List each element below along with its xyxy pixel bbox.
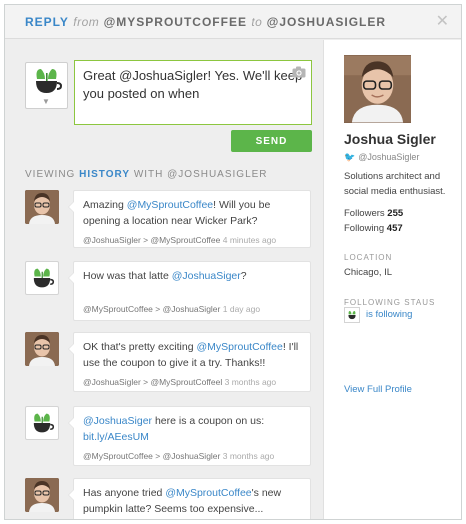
sprout-coffee-logo	[33, 413, 55, 433]
avatar	[25, 478, 59, 512]
to-handle: @JOSHUASIGLER	[266, 15, 387, 29]
message-text: Has anyone tried @MySproutCoffee's new p…	[83, 485, 301, 517]
profile-name: Joshua Sigler	[344, 131, 436, 147]
message-pre: How was that latte	[83, 270, 172, 282]
message-text: Amazing @MySproutCoffee! Will you be ope…	[83, 197, 301, 229]
message-meta: @JoshuaSigler > @MySproutCoffee 4 minute…	[83, 235, 277, 245]
mention-link[interactable]: @JoshuaSiger	[83, 415, 152, 427]
meta-from: @JoshuaSigler	[83, 235, 141, 245]
message-post: ?	[240, 270, 247, 282]
user-photo	[344, 55, 411, 123]
meta-to: @MySproutCoffeel	[150, 377, 223, 387]
timestamp: 1 day ago	[222, 304, 261, 314]
send-button[interactable]: SEND	[231, 130, 312, 152]
sprout-coffee-logo	[33, 268, 55, 288]
timestamp: 3 months ago	[222, 451, 275, 461]
mention-link[interactable]: @MySproutCoffee	[196, 341, 282, 353]
profile-photo	[344, 55, 411, 123]
mention-link[interactable]: @MySproutCoffee	[127, 199, 213, 211]
location-value: Chicago, IL	[344, 267, 393, 278]
user-photo	[25, 190, 59, 224]
chevron-down-icon: ▼	[42, 97, 50, 106]
user-photo	[25, 478, 59, 512]
reply-modal: REPLY from @MYSPROUTCOFFEE to @JOSHUASIG…	[4, 4, 462, 520]
meta-to: @JoshuaSigler	[162, 304, 221, 314]
message-bubble: Amazing @MySproutCoffee! Will you be ope…	[68, 190, 311, 248]
history-heading: VIEWING HISTORY WITH @JOSHUASIGLER	[25, 169, 268, 180]
message-pre: Amazing	[83, 199, 127, 211]
message-pre: OK that's pretty exciting	[83, 341, 197, 353]
following-count: 457	[386, 223, 403, 234]
message-pre: Has anyone tried	[83, 487, 166, 499]
message-bubble: @JoshuaSiger here is a coupon on us: bit.…	[68, 406, 311, 466]
meta-from: @MySproutCoffee	[83, 451, 153, 461]
history-highlight: HISTORY	[79, 169, 131, 180]
reply-label: REPLY	[25, 15, 69, 29]
profile-handle: 🐦 @JoshuaSigler	[344, 152, 419, 163]
profile-handle-text: @JoshuaSigler	[358, 152, 420, 162]
avatar	[25, 332, 59, 366]
user-photo	[25, 332, 59, 366]
meta-from: @MySproutCoffee	[83, 304, 153, 314]
account-selector[interactable]: ▼	[25, 62, 68, 109]
followers-stat: Followers 255	[344, 208, 403, 219]
meta-to: @JoshuaSigler	[162, 451, 221, 461]
reply-textarea[interactable]: Great @JoshuaSigler! Yes. We'll keep you…	[74, 60, 312, 125]
meta-to: @MySproutCoffee	[150, 235, 221, 245]
message-meta: @MySproutCoffee > @JoshuaSigler 1 day ag…	[83, 304, 261, 314]
meta-from: @JoshuaSigler	[83, 377, 141, 387]
location-label: LOCATION	[344, 253, 393, 262]
message-post: here is a coupon on us:	[152, 415, 265, 427]
followers-count: 255	[387, 208, 404, 219]
from-word: from	[73, 15, 100, 29]
close-icon[interactable]: ✕	[436, 5, 449, 39]
message-bubble: How was that latte @JoshuaSiger? @MySpro…	[68, 261, 311, 321]
following-status-text[interactable]: is following	[366, 309, 412, 320]
mention-link[interactable]: @MySproutCoffee	[165, 487, 251, 499]
modal-header: REPLY from @MYSPROUTCOFFEE to @JOSHUASIG…	[5, 5, 461, 39]
history-prefix: VIEWING	[25, 169, 76, 180]
sprout-coffee-logo	[36, 69, 63, 93]
message-meta: @MySproutCoffee > @JoshuaSigler 3 months…	[83, 451, 275, 461]
camera-icon[interactable]	[292, 66, 306, 78]
profile-sidebar: Joshua Sigler 🐦 @JoshuaSigler Solutions a…	[323, 40, 461, 519]
view-full-profile-link[interactable]: View Full Profile	[344, 384, 412, 395]
followers-label: Followers	[344, 208, 385, 219]
message-text: How was that latte @JoshuaSiger?	[83, 268, 301, 284]
history-suffix: WITH @JOSHUASIGLER	[133, 169, 268, 180]
message-bubble: Has anyone tried @MySproutCoffee's new p…	[68, 478, 311, 519]
coupon-link[interactable]: bit.ly/AEesUM	[83, 431, 149, 443]
sprout-coffee-logo	[344, 307, 360, 323]
profile-bio: Solutions architect and social media ent…	[344, 171, 446, 197]
avatar	[25, 406, 59, 440]
mention-link[interactable]: @JoshuaSiger	[172, 270, 241, 282]
message-bubble: OK that's pretty exciting @MySproutCoffe…	[68, 332, 311, 392]
timestamp: 4 minutes ago	[222, 235, 277, 245]
following-label: Following	[344, 223, 385, 234]
message-text: OK that's pretty exciting @MySproutCoffe…	[83, 339, 301, 371]
avatar	[25, 190, 59, 224]
reply-pane: ▼ Great @JoshuaSigler! Yes. We'll keep y…	[5, 40, 323, 519]
to-word: to	[251, 15, 263, 29]
following-stat: Following 457	[344, 223, 403, 234]
following-status-label: FOLLOWING STAUS	[344, 298, 436, 307]
twitter-bird-icon: 🐦	[344, 152, 356, 162]
from-handle: @MYSPROUTCOFFEE	[103, 15, 247, 29]
timestamp: 3 months ago	[224, 377, 277, 387]
message-text: @JoshuaSiger here is a coupon on us: bit.…	[83, 413, 301, 445]
message-meta: @JoshuaSigler > @MySproutCoffeel 3 month…	[83, 377, 277, 387]
avatar	[25, 261, 59, 295]
